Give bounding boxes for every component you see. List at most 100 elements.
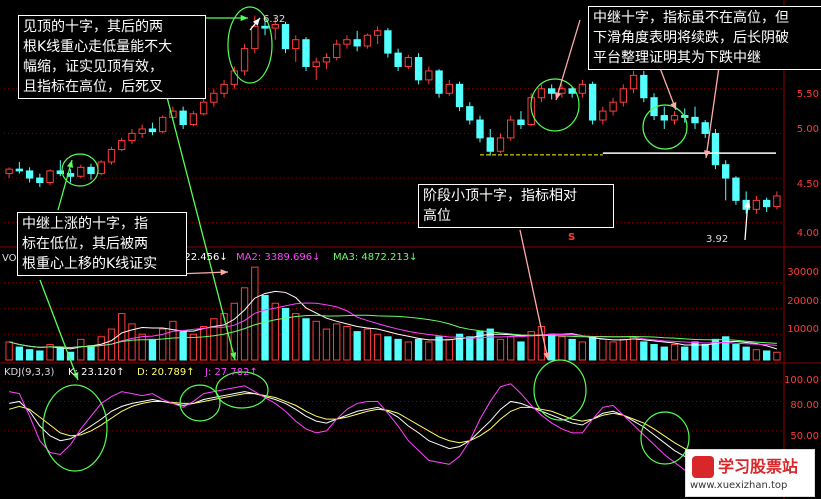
volume-bar: [507, 336, 515, 361]
arrow-to-stage-top: [555, 19, 581, 101]
volume-bar: [138, 333, 146, 361]
note-top-right: 中继十字，指标虽不在高位，但 下滑角度表明将续跌，后长阴破 平台整理证明其为下跌…: [588, 6, 821, 70]
volume-bar: [77, 338, 85, 361]
candle-body: [507, 119, 515, 139]
candle-body: [435, 70, 443, 94]
volume-tick: 30000: [787, 267, 819, 278]
volume-bar: [25, 349, 34, 361]
volume-bar: [762, 350, 771, 361]
volume-bar: [271, 302, 279, 361]
volume-bar: [414, 338, 423, 361]
candle-body: [97, 161, 105, 175]
volume-bar: [640, 341, 648, 361]
candle-body: [701, 122, 709, 134]
candle-body: [158, 116, 167, 133]
kdj-j-line: [9, 383, 737, 471]
price-tick: 5.50: [796, 89, 819, 100]
volume-legend-label: VO: [2, 253, 17, 264]
candle-body: [414, 57, 423, 81]
candle-body: [251, 25, 259, 50]
kdj-tick: 80.00: [790, 400, 819, 411]
volume-bar: [36, 350, 44, 361]
volume-bar: [742, 346, 750, 361]
volume-bar: [558, 336, 566, 361]
volume-bar: [56, 346, 64, 361]
volume-tick: 20000: [787, 296, 819, 307]
volume-bar: [629, 336, 638, 361]
candle-body: [118, 140, 126, 150]
volume-bar: [486, 328, 494, 361]
watermark: 学习股票站 www.xuexizhan.top: [685, 449, 815, 497]
volume-bar: [148, 338, 157, 361]
candle-body: [466, 106, 474, 121]
candle-body: [547, 88, 556, 94]
volume-bar: [394, 338, 402, 361]
sell-marker: S: [568, 232, 576, 243]
volume-bar: [302, 318, 310, 361]
volume-bar: [333, 323, 341, 361]
candle-body: [762, 199, 771, 208]
highlight-circle: [533, 359, 587, 421]
highlight-circle: [42, 384, 108, 472]
candle-body: [394, 52, 402, 67]
candle-body: [189, 113, 198, 125]
highlight-circle: [642, 104, 688, 150]
volume-bar: [322, 328, 331, 361]
candle-body: [210, 92, 218, 103]
highlight-circle: [530, 78, 580, 132]
candle-body: [5, 168, 13, 175]
candle-body: [77, 166, 85, 177]
volume-bar: [199, 325, 208, 361]
chart-screenshot: { "chart_data": { "type": "candlestick",…: [0, 0, 821, 499]
kdj-j-label: J: 27.782↑: [205, 367, 258, 378]
volume-bar: [445, 338, 453, 361]
candle-body: [148, 128, 157, 133]
candle-body: [619, 88, 628, 103]
volume-bar: [466, 336, 474, 361]
candle-body: [384, 30, 392, 54]
candle-body: [476, 119, 484, 139]
note-mid-left: 中继上涨的十字，指 标在低位，其后被两 根重心上移的K线证实: [17, 212, 187, 276]
candle-body: [445, 83, 453, 94]
price-tick: 4.00: [796, 228, 819, 239]
candle-body: [640, 74, 648, 99]
volume-bar: [732, 344, 740, 361]
volume-bar: [189, 333, 198, 361]
volume-ma2-label: MA2: 3389.696↓: [236, 252, 321, 263]
candle-body: [496, 137, 505, 152]
candle-body: [363, 34, 372, 47]
kdj-title: KDJ(9,3,3): [4, 367, 55, 378]
candle-body: [752, 199, 761, 210]
volume-bar: [404, 341, 413, 361]
volume-ma3-label: MA3: 4872.213↓: [333, 252, 418, 263]
low-price-label: 3.92: [706, 234, 729, 245]
candle-body: [312, 61, 320, 67]
candle-body: [128, 132, 136, 142]
candle-body: [107, 148, 116, 163]
volume-bar: [15, 346, 24, 361]
volume-bar: [118, 313, 126, 361]
volume-bar: [312, 320, 320, 361]
candle-body: [578, 83, 587, 94]
candle-body: [588, 83, 597, 121]
candle-body: [15, 168, 24, 172]
watermark-url: www.xuexizhan.top: [690, 480, 788, 491]
candle-body: [486, 137, 494, 152]
volume-bar: [87, 345, 95, 361]
candle-body: [660, 115, 668, 121]
candle-body: [46, 170, 54, 184]
volume-bar: [496, 338, 505, 361]
volume-bar: [281, 307, 290, 361]
volume-bar: [97, 336, 105, 361]
volume-bar: [5, 341, 13, 361]
kdj-tick: 100.00: [784, 375, 819, 386]
candle-body: [138, 128, 146, 134]
watermark-logo-icon: [692, 456, 714, 478]
high-price-label: 6.32: [263, 14, 286, 25]
volume-bar: [752, 349, 761, 361]
candle-body: [261, 25, 269, 29]
candle-body: [240, 48, 249, 72]
arrow-to-volume-head: [220, 269, 228, 276]
volume-bar: [210, 318, 218, 361]
volume-bar: [353, 331, 361, 361]
